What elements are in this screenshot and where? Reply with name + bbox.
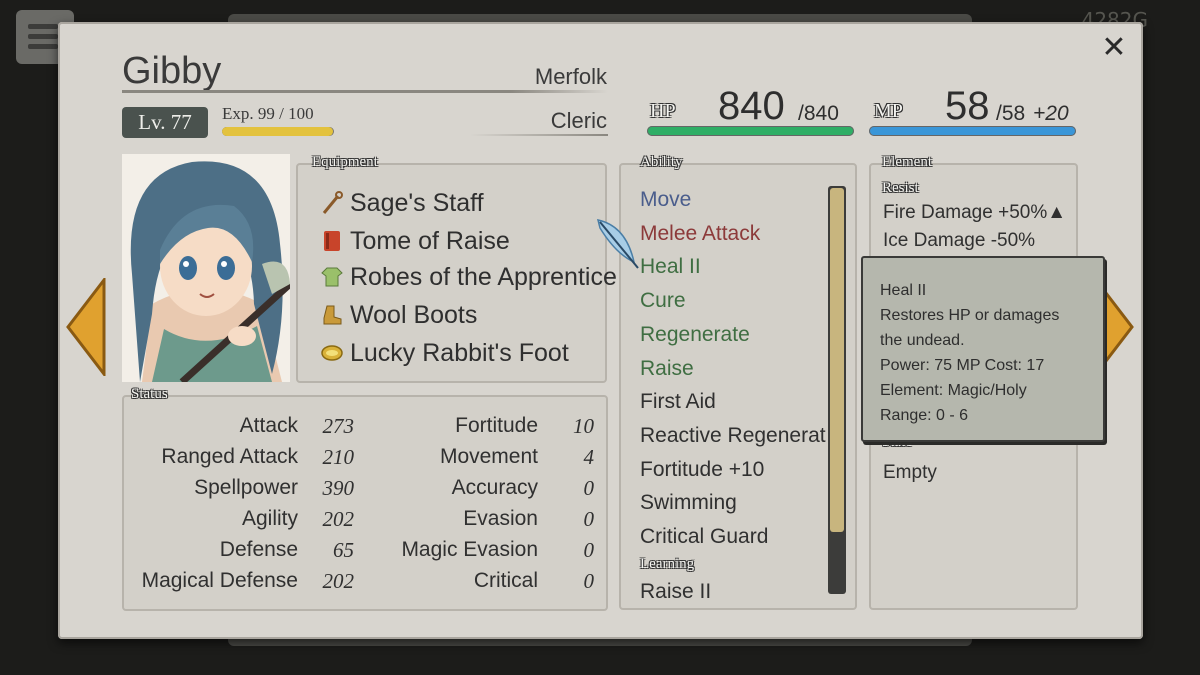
feather-cursor-icon (596, 219, 639, 269)
stat-value: 0 (583, 569, 595, 593)
resist-label: Resist (882, 180, 919, 196)
exp-bar-fill (222, 127, 333, 136)
stat-row: Movement (439, 445, 538, 468)
character-portrait (122, 154, 290, 382)
equipment-item[interactable]: Lucky Rabbit's Foot (320, 336, 569, 370)
stat-value: 390 (322, 476, 355, 500)
ability-item[interactable]: Raise (640, 357, 694, 381)
stat-row: Fortitude (455, 414, 538, 437)
ability-item[interactable]: Fortitude +10 (640, 458, 764, 482)
mp-bonus: +20 (1033, 102, 1069, 125)
character-name: Gibby (122, 50, 222, 92)
stat-row: Accuracy (451, 476, 538, 499)
stat-value: 202 (322, 507, 355, 531)
ability-scrollbar-thumb[interactable] (830, 188, 844, 532)
exp-label: Exp. 99 / 100 (222, 104, 314, 123)
boots-icon (323, 305, 342, 325)
ability-item[interactable]: Reactive Regenerat (640, 424, 826, 448)
learning-ability-item[interactable]: Raise II (640, 580, 711, 602)
ability-item[interactable]: Swimming (640, 491, 737, 515)
ability-item[interactable]: First Aid (640, 390, 716, 414)
ability-label: Ability (640, 154, 683, 170)
stat-row: Attack (239, 414, 298, 437)
tooltip-title: Heal II (880, 282, 927, 299)
stat-value: 10 (573, 414, 594, 438)
ability-item[interactable]: Heal II (640, 255, 701, 279)
ring-icon (321, 345, 343, 361)
tooltip-element: Element: Magic/Holy (880, 382, 1027, 399)
stat-row: Defense (219, 538, 298, 561)
previous-character-arrow-icon[interactable] (64, 278, 108, 376)
level-badge: Lv. 77 (122, 107, 208, 138)
tooltip-description: Restores HP or damages (880, 307, 1060, 324)
book-icon (324, 231, 340, 251)
mp-current: 58 (945, 84, 990, 128)
equipment-item[interactable]: Wool Boots (320, 298, 477, 332)
close-button[interactable]: ✕ (1098, 32, 1130, 64)
stat-value: 202 (322, 569, 355, 593)
hp-label: HP (650, 100, 676, 122)
stat-row: Magical Defense (141, 569, 298, 592)
ability-item[interactable]: Move (640, 188, 691, 212)
stat-value: 0 (583, 507, 595, 531)
stat-value: 210 (322, 445, 355, 469)
equipment-label: Equipment (312, 154, 378, 170)
resist-item: Fire Damage +50%▲ (883, 202, 1067, 223)
equipment-item[interactable]: Sage's Staff (320, 186, 484, 220)
resist-item: Ice Damage -50% (883, 230, 1036, 251)
stat-value: 0 (583, 476, 595, 500)
stat-value: 273 (322, 414, 355, 438)
hp-bar (647, 126, 854, 136)
name-underline (122, 90, 608, 93)
staff-icon (322, 191, 343, 214)
mp-max: /58 (996, 102, 1026, 125)
ability-tooltip: Heal II Restores HP or damages the undea… (861, 256, 1105, 442)
stat-row: Agility (241, 507, 298, 530)
hp-current: 840 (718, 84, 785, 128)
stat-value: 4 (583, 445, 595, 469)
stat-value: 65 (333, 538, 354, 562)
class-underline (470, 134, 608, 136)
mp-label: MP (874, 100, 903, 122)
stat-row: Evasion (463, 507, 538, 530)
learning-label: Learning (640, 556, 695, 572)
ability-item[interactable]: Melee Attack (640, 222, 760, 246)
ability-item[interactable]: Cure (640, 289, 686, 313)
hp-max: /840 (798, 102, 839, 125)
status-label: Status (131, 386, 168, 402)
stat-row: Magic Evasion (401, 538, 538, 561)
ability-item[interactable]: Critical Guard (640, 525, 768, 549)
equipment-item[interactable]: Tome of Raise (320, 224, 510, 258)
stat-row: Critical (473, 569, 538, 592)
exp-bar (222, 127, 334, 136)
stat-value: 0 (583, 538, 595, 562)
equipment-item[interactable]: Robes of the Apprentice (320, 260, 617, 294)
element-label: Element (882, 154, 932, 170)
state-value: Empty (883, 462, 937, 483)
character-class: Cleric (550, 108, 607, 133)
stat-row: Ranged Attack (161, 445, 298, 468)
tooltip-power-cost: Power: 75 MP Cost: 17 (880, 357, 1045, 374)
tooltip-range: Range: 0 - 6 (880, 407, 969, 424)
stat-row: Spellpower (194, 476, 298, 499)
tooltip-description-cont: the undead. (880, 332, 965, 349)
robe-icon (321, 267, 343, 287)
ability-item[interactable]: Regenerate (640, 323, 750, 347)
ability-scrollbar[interactable] (828, 186, 846, 594)
character-race: Merfolk (534, 64, 607, 89)
mp-bar (869, 126, 1076, 136)
